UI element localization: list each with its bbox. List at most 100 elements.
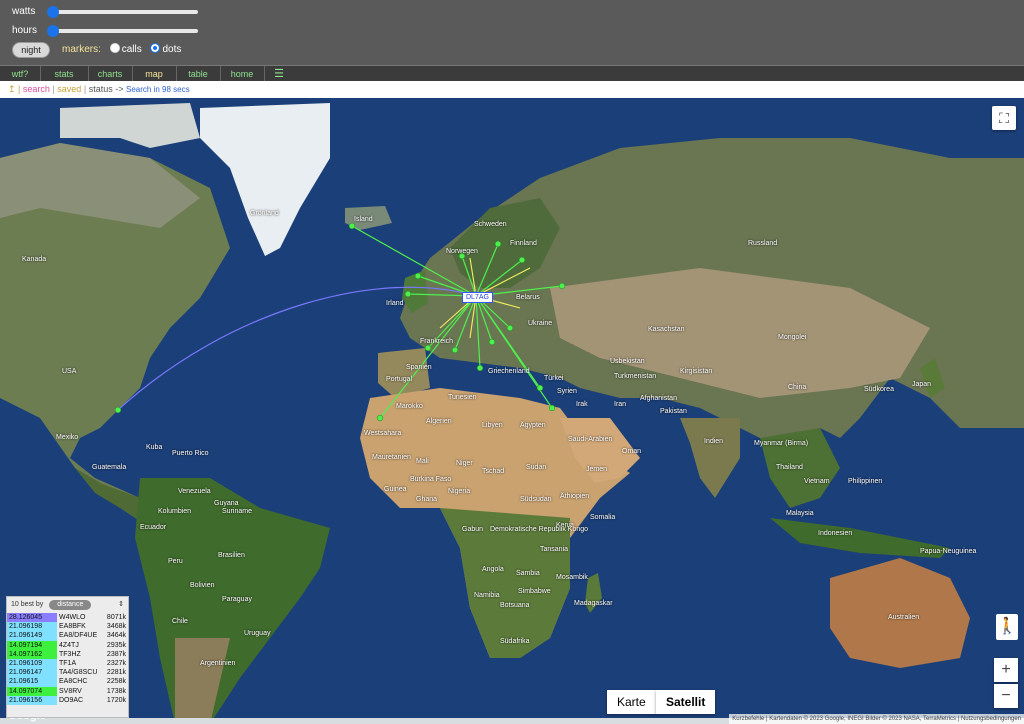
best-freq: 28.126045 <box>7 613 57 623</box>
watts-slider-thumb[interactable] <box>46 6 59 18</box>
satellite-imagery <box>0 98 1024 724</box>
nav-wtf[interactable]: wtf? <box>0 66 41 82</box>
best-row[interactable]: 21.096147 TA4/G8SCU 2281k <box>7 668 128 678</box>
best-row[interactable]: 21.096149 EA8/DF4UE 3464k <box>7 631 128 641</box>
map-label: Guatemala <box>92 464 127 471</box>
best-row[interactable]: 21.096198 EA8BFK 3468k <box>7 622 128 632</box>
watts-slider[interactable] <box>46 6 198 18</box>
zoom-out-button[interactable]: − <box>994 684 1018 708</box>
pegman-icon[interactable]: 🚶 <box>996 614 1018 640</box>
best-row[interactable]: 14.097074 SV8RV 1738k <box>7 686 128 696</box>
map-label: Indonesien <box>818 530 853 537</box>
map-label: Indien <box>704 438 724 445</box>
map-label: Bolivien <box>190 582 215 589</box>
map-label: Kanada <box>22 256 47 263</box>
best-freq: 21.096147 <box>7 668 57 678</box>
best-row[interactable]: 21.096156 DO9AC 1720k <box>7 695 128 706</box>
hours-slider[interactable] <box>46 25 198 37</box>
nav-bar: wtf? stats charts map table home ☰ <box>0 65 1024 82</box>
map-view[interactable]: Grönland Island Kanada Schweden Norwegen Finn… <box>0 98 1024 724</box>
map-label: Angola <box>482 566 504 573</box>
nav-charts[interactable]: charts <box>88 66 133 82</box>
map-label: Griechenland <box>488 368 530 375</box>
map-label: Kasachstan <box>648 326 685 333</box>
map-label: Irland <box>386 300 404 307</box>
best-panel: 10 best by distance ⇕ 28.126045 W4WLO 8071… <box>6 596 129 718</box>
saved-link[interactable]: saved <box>57 84 81 94</box>
map-label: Demokratische Republik Kongo <box>490 526 589 533</box>
best-call: W4WLO <box>59 614 86 621</box>
map-label: Südafrika <box>500 638 530 645</box>
map-label: Nigeria <box>448 488 471 495</box>
night-button[interactable]: night <box>12 42 50 58</box>
map-label: Ecuador <box>140 524 167 531</box>
best-row[interactable]: 14.097194 4Z4TJ 2935k <box>7 640 128 650</box>
map-type-karte[interactable]: Karte <box>607 690 656 714</box>
nav-table[interactable]: table <box>176 66 221 82</box>
best-call: TF1A <box>59 660 77 668</box>
map-label: Brasilien <box>218 552 245 559</box>
map-label: Simbabwe <box>518 588 551 595</box>
map-label: Suriname <box>222 508 252 515</box>
search-link[interactable]: search <box>23 84 50 94</box>
best-row[interactable]: 28.126045 W4WLO 8071k <box>7 613 128 623</box>
nav-map[interactable]: map <box>132 66 177 82</box>
map-label: Tansania <box>540 546 569 553</box>
best-table: 28.126045 W4WLO 8071k 21.096198 EA8BFK 3468k 2… <box>7 613 128 706</box>
map-type-satellit[interactable]: Satellit <box>656 690 716 714</box>
status-link[interactable]: status <box>89 84 113 94</box>
best-call: EA8/DF4UE <box>59 632 98 640</box>
shortcuts-link[interactable]: Kurzbefehle <box>732 716 764 722</box>
fullscreen-icon[interactable]: ⛶ <box>992 106 1016 130</box>
nav-stats[interactable]: stats <box>40 66 89 82</box>
best-row[interactable]: 21.09615 EA8CHC 2258k <box>7 677 128 687</box>
map-label: Paraguay <box>222 596 252 603</box>
best-freq: 21.09615 <box>7 677 57 687</box>
map-label: Norwegen <box>446 248 478 255</box>
menu-icon[interactable]: ☰ <box>264 66 294 82</box>
map-label: Malaysia <box>786 510 814 517</box>
map-label: Jemen <box>586 466 608 473</box>
best-freq: 14.097074 <box>7 686 57 696</box>
map-label: Mongolei <box>778 334 807 341</box>
map-label: Iran <box>614 401 627 408</box>
map-label: Mali <box>416 458 429 465</box>
best-call: SV8RV <box>59 687 82 695</box>
markers-label: markers: <box>62 44 101 55</box>
nav-home[interactable]: home <box>220 66 265 82</box>
map-label: Portugal <box>386 376 413 383</box>
map-label: Papua-Neuguinea <box>920 548 977 555</box>
hours-label: hours <box>12 25 38 36</box>
markers-dots-radio[interactable] <box>150 43 161 53</box>
best-call: DO9AC <box>59 696 84 704</box>
zoom-in-button[interactable]: + <box>994 658 1018 682</box>
markers-calls-radio[interactable] <box>109 43 120 53</box>
home-station-marker[interactable]: DL7AG <box>462 292 493 303</box>
best-sort-select[interactable]: distance <box>49 600 92 610</box>
markers-dots-label: dots <box>162 44 182 55</box>
hours-slider-thumb[interactable] <box>46 25 59 37</box>
map-label: Russland <box>748 240 778 247</box>
best-row[interactable]: 21.096109 TF1A 2327k <box>7 659 128 669</box>
map-label: Südsudan <box>520 496 552 503</box>
map-label: Frankreich <box>420 338 454 345</box>
map-label: Namibia <box>474 592 500 599</box>
map-label: Oman <box>622 448 642 455</box>
map-label: Peru <box>168 558 183 565</box>
map-label: Chile <box>172 618 188 625</box>
status-bar: ↥ | search | saved | status -> Search in… <box>0 81 1024 98</box>
sort-chevron-icon[interactable]: ⇕ <box>118 597 124 613</box>
map-label: Irak <box>576 401 588 408</box>
map-label: Philippinen <box>848 478 883 485</box>
best-freq: 14.097194 <box>7 640 57 650</box>
map-label: Pakistan <box>660 408 687 415</box>
terms-link[interactable]: Nutzungsbedingungen <box>961 716 1021 722</box>
map-label: Libyen <box>482 422 503 429</box>
map-label: Kirgisistan <box>680 368 713 375</box>
best-row[interactable]: 14.097162 TF3HZ 2387k <box>7 649 128 660</box>
map-label: USA <box>62 368 77 375</box>
best-freq: 21.096198 <box>7 622 57 632</box>
map-label: Gabun <box>462 526 484 533</box>
best-distance: 2258k <box>106 678 126 686</box>
best-distance: 3468k <box>106 623 126 631</box>
